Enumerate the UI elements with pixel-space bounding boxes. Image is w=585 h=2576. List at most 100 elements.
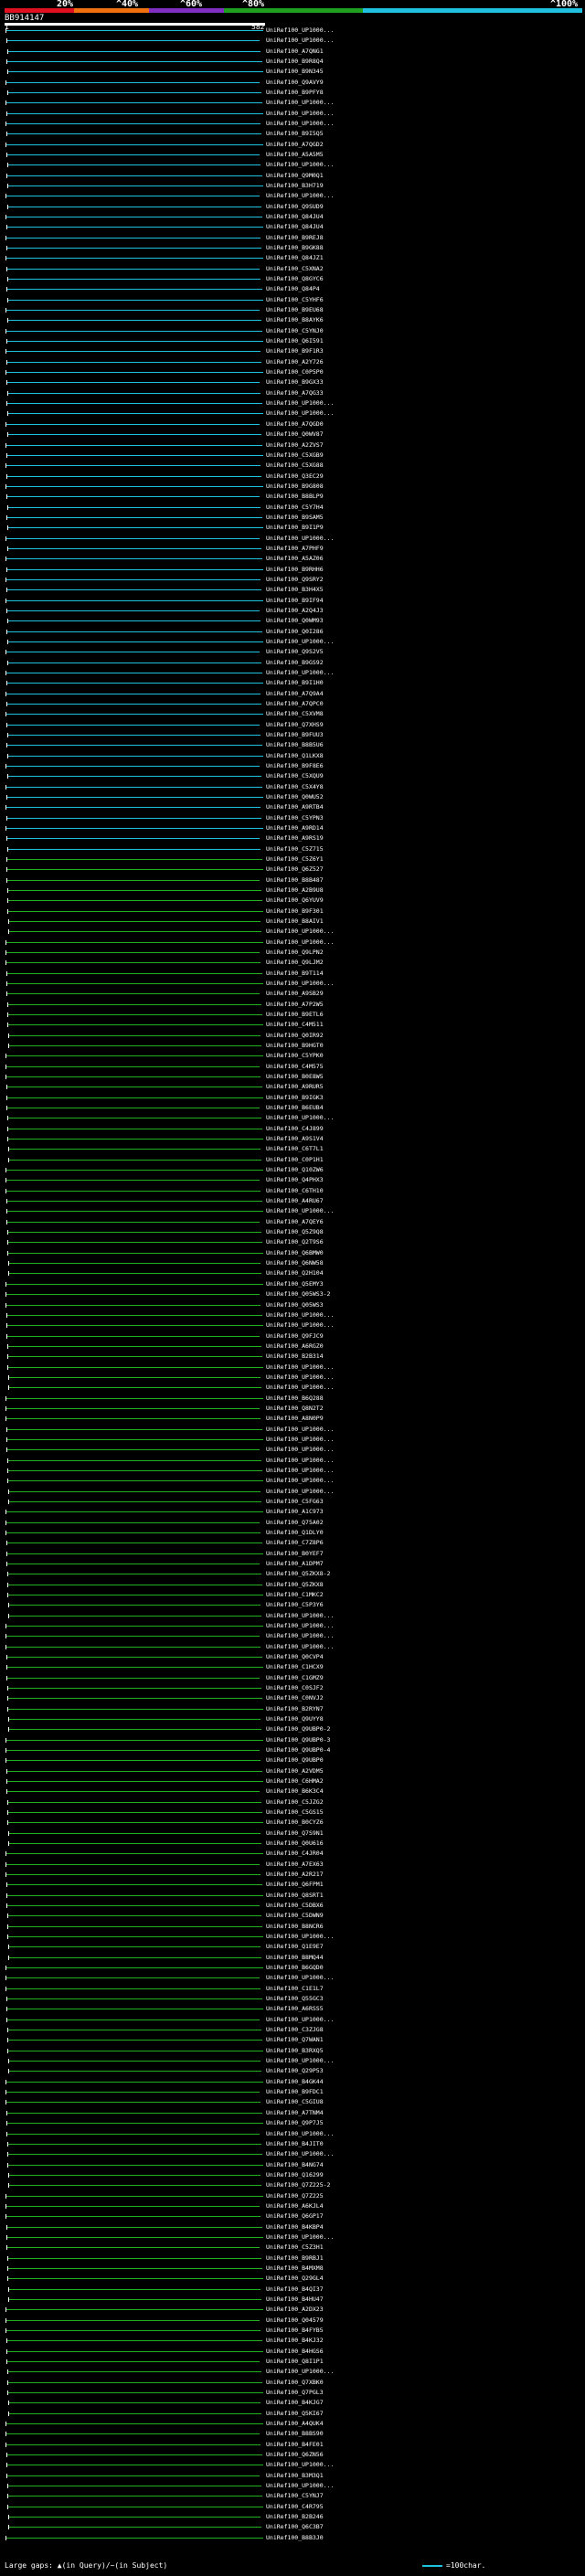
hit-label[interactable]: UniRef100_C5Z6Y1 [266,856,324,863]
hit-row[interactable]: UniRef100_Q9FJC9 [0,1332,585,1340]
hit-row[interactable]: UniRef100_B4FYB5 [0,2327,585,2334]
hit-row[interactable]: UniRef100_B0E8W5 [0,1074,585,1080]
hit-row[interactable]: UniRef100_UP1000... [0,193,585,199]
hit-row[interactable]: UniRef100_B9GS92 [0,659,585,666]
hit-label[interactable]: UniRef100_B4FE01 [266,2441,324,2448]
hit-row[interactable]: UniRef100_UP1000... [0,535,585,542]
hit-row[interactable]: UniRef100_C1E1L7 [0,1985,585,1992]
hit-label[interactable]: UniRef100_C1GMZ9 [266,1674,324,1681]
hit-label[interactable]: UniRef100_UP1000... [266,162,334,168]
hit-label[interactable]: UniRef100_C0SJF2 [266,1684,324,1691]
hit-row[interactable]: UniRef100_Q5ZKX8-2 [0,1571,585,1577]
hit-row[interactable]: UniRef100_B3H719 [0,183,585,189]
hit-row[interactable]: UniRef100_B9RBJ1 [0,2254,585,2262]
hit-label[interactable]: UniRef100_Q7XBK0 [266,2379,324,2386]
hit-label[interactable]: UniRef100_B4HGS6 [266,2348,324,2355]
hit-row[interactable]: UniRef100_Q0IR92 [0,1032,585,1039]
hit-label[interactable]: UniRef100_C4R795 [266,2503,324,2510]
hit-row[interactable]: UniRef100_C0P5P0 [0,369,585,376]
hit-label[interactable]: UniRef100_B6Q288 [266,1394,324,1402]
hit-label[interactable]: UniRef100_UP1000... [266,1447,334,1453]
hit-label[interactable]: UniRef100_C1MKC2 [266,1591,324,1598]
hit-label[interactable]: UniRef100_A8N0P9 [266,1415,324,1422]
hit-label[interactable]: UniRef100_A2ZVS7 [266,441,324,449]
hit-row[interactable]: UniRef100_UP1000... [0,110,585,117]
hit-label[interactable]: UniRef100_A5AZ06 [266,556,324,562]
hit-row[interactable]: UniRef100_C5YPN3 [0,814,585,822]
hit-row[interactable]: UniRef100_Q9UBP0-2 [0,1726,585,1733]
hit-row[interactable]: UniRef100_C6T7L1 [0,1146,585,1152]
hit-label[interactable]: UniRef100_B9HGT0 [266,1043,324,1049]
hit-label[interactable]: UniRef100_Q8GYC6 [266,276,324,282]
hit-label[interactable]: UniRef100_Q6Z527 [266,866,324,873]
hit-label[interactable]: UniRef100_A9SB29 [266,991,324,997]
hit-label[interactable]: UniRef100_Q0CVP4 [266,1653,324,1660]
hit-label[interactable]: UniRef100_UP1000... [266,2058,334,2064]
hit-label[interactable]: UniRef100_Q0U616 [266,1840,324,1847]
hit-row[interactable]: UniRef100_Q9UYY8 [0,1716,585,1723]
hit-row[interactable]: UniRef100_A6RGZ0 [0,1342,585,1350]
hit-label[interactable]: UniRef100_Q8SRT1 [266,1892,324,1899]
hit-row[interactable]: UniRef100_Q84JZ1 [0,255,585,261]
hit-row[interactable]: UniRef100_Q7Z225-2 [0,2182,585,2189]
hit-label[interactable]: UniRef100_UP1000... [266,928,334,935]
hit-label[interactable]: UniRef100_Q9S2V5 [266,649,324,655]
hit-label[interactable]: UniRef100_B8AIV1 [266,918,324,925]
hit-row[interactable]: UniRef100_B9R8Q4 [0,58,585,65]
hit-label[interactable]: UniRef100_A1C973 [266,1509,324,1515]
hit-row[interactable]: UniRef100_A6RSS5 [0,2006,585,2012]
hit-row[interactable]: UniRef100_Q0U616 [0,1840,585,1847]
hit-label[interactable]: UniRef100_A4QUK4 [266,2420,324,2427]
hit-row[interactable]: UniRef100_B9I1P9 [0,525,585,531]
hit-label[interactable]: UniRef100_A7QGD0 [266,420,324,428]
hit-row[interactable]: UniRef100_Q05WS3 [0,1301,585,1309]
hit-label[interactable]: UniRef100_UP1000... [266,1488,334,1495]
hit-row[interactable]: UniRef100_Q7XHS9 [0,721,585,728]
hit-label[interactable]: UniRef100_B8B5U6 [266,742,324,748]
hit-row[interactable]: UniRef100_A5A5M5 [0,152,585,158]
hit-label[interactable]: UniRef100_B9F301 [266,907,324,915]
hit-row[interactable]: UniRef100_B4JIT0 [0,2140,585,2147]
hit-label[interactable]: UniRef100_Q9UBP0-3 [266,1736,330,1744]
hit-row[interactable]: UniRef100_UP1000... [0,1643,585,1650]
hit-row[interactable]: UniRef100_A4QUK4 [0,2420,585,2427]
hit-label[interactable]: UniRef100_B0YEF7 [266,1550,324,1557]
hit-label[interactable]: UniRef100_C1HCX9 [266,1664,324,1670]
hit-label[interactable]: UniRef100_Q10ZW6 [266,1167,324,1173]
hit-label[interactable]: UniRef100_B9RHH6 [266,566,324,573]
hit-row[interactable]: UniRef100_C5X4Y8 [0,783,585,790]
hit-label[interactable]: UniRef100_B9IGK3 [266,1094,324,1101]
hit-row[interactable]: UniRef100_B2B314 [0,1353,585,1360]
hit-label[interactable]: UniRef100_B9F8E6 [266,762,324,769]
hit-row[interactable]: UniRef100_B4QI37 [0,2285,585,2293]
hit-label[interactable]: UniRef100_Q84JU4 [266,224,324,230]
hit-row[interactable]: UniRef100_B6Q288 [0,1394,585,1402]
hit-label[interactable]: UniRef100_A4RU67 [266,1198,324,1204]
hit-row[interactable]: UniRef100_C5XVM8 [0,711,585,717]
hit-row[interactable]: UniRef100_A2DX23 [0,2306,585,2313]
hit-label[interactable]: UniRef100_Q05WS3 [266,1301,324,1309]
hit-row[interactable]: UniRef100_Q4PHX3 [0,1177,585,1183]
hit-row[interactable]: UniRef100_B9F8E6 [0,762,585,769]
hit-label[interactable]: UniRef100_B9GK88 [266,245,324,251]
hit-row[interactable]: UniRef100_Q5Z9Q8 [0,1229,585,1235]
hit-row[interactable]: UniRef100_UP1000... [0,1633,585,1639]
hit-label[interactable]: UniRef100_A6RSS5 [266,2006,324,2012]
hit-row[interactable]: UniRef100_UP1000... [0,100,585,106]
hit-label[interactable]: UniRef100_UP1000... [266,1467,334,1474]
hit-label[interactable]: UniRef100_UP1000... [266,1436,334,1443]
hit-row[interactable]: UniRef100_C5YPK0 [0,1053,585,1059]
hit-label[interactable]: UniRef100_C5DBX6 [266,1903,324,1909]
hit-row[interactable]: UniRef100_B3M3Q1 [0,2472,585,2479]
hit-label[interactable]: UniRef100_C5YPK0 [266,1053,324,1059]
hit-row[interactable]: UniRef100_B6K3C4 [0,1788,585,1795]
hit-label[interactable]: UniRef100_A7TNM4 [266,2109,324,2116]
hit-row[interactable]: UniRef100_UP1000... [0,981,585,987]
hit-row[interactable]: UniRef100_A6KJL4 [0,2202,585,2210]
hit-row[interactable]: UniRef100_UP1000... [0,1622,585,1629]
hit-row[interactable]: UniRef100_B4GK44 [0,2078,585,2085]
hit-label[interactable]: UniRef100_Q0WM93 [266,618,324,624]
hit-row[interactable]: UniRef100_B2B246 [0,2513,585,2520]
hit-row[interactable]: UniRef100_B9GK88 [0,245,585,251]
hit-row[interactable]: UniRef100_Q9P7J5 [0,2120,585,2126]
